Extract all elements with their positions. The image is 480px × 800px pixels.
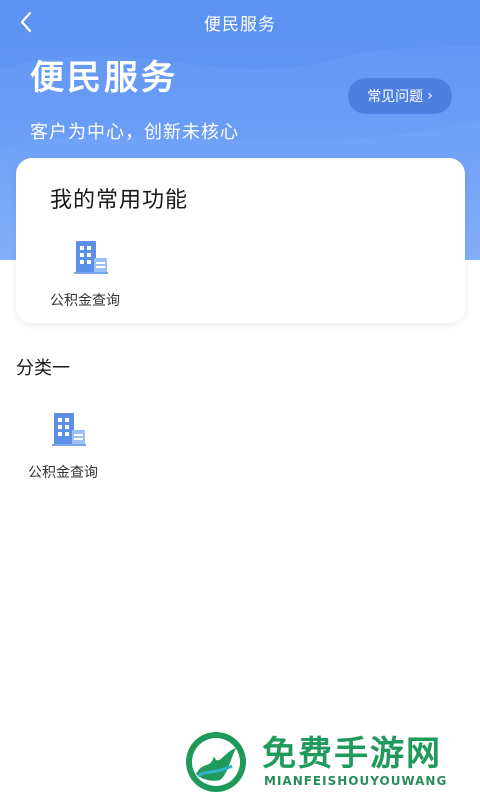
building-icon (74, 241, 108, 274)
watermark-subtitle: MIANFEISHOUYOUWANG (264, 774, 448, 788)
category-item-label: 公积金查询 (28, 465, 98, 481)
favorite-item-label: 公积金查询 (50, 293, 120, 309)
category-title: 分类一 (16, 358, 70, 379)
page: 便民服务 便民服务 客户为中心，创新未核心 常见问题 › 我的常用功能 公积金查… (0, 0, 480, 800)
hero-subtitle: 客户为中心，创新未核心 (30, 122, 239, 143)
chevron-right-icon: › (427, 88, 433, 104)
chevron-left-icon (20, 11, 32, 33)
watermark-name: 免费手游网 (262, 734, 442, 774)
watermark: 免费手游网 MIANFEISHOUYOUWANG (184, 726, 474, 796)
favorites-title: 我的常用功能 (50, 188, 189, 213)
watermark-logo-icon (186, 732, 246, 792)
hero-title: 便民服务 (30, 58, 178, 98)
favorites-card: 我的常用功能 公积金查询 (16, 158, 465, 323)
top-bar: 便民服务 (0, 0, 480, 44)
favorite-item-housing-fund[interactable]: 公积金查询 (50, 238, 150, 318)
page-title: 便民服务 (204, 14, 276, 35)
back-button[interactable] (12, 8, 40, 36)
faq-button[interactable]: 常见问题 › (348, 78, 452, 114)
building-icon (52, 413, 86, 446)
category-item-housing-fund[interactable]: 公积金查询 (28, 410, 128, 490)
faq-button-label: 常见问题 (367, 89, 424, 105)
